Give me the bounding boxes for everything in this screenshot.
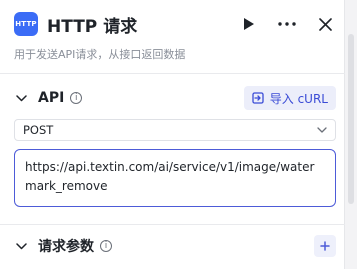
app-icon-text: HTTP — [15, 20, 37, 28]
import-icon — [252, 92, 264, 104]
chevron-down-icon[interactable] — [14, 239, 28, 253]
info-icon[interactable]: i — [70, 92, 83, 104]
divider — [0, 73, 345, 74]
http-node-panel: HTTP HTTP 请求 用于发送API请求，从接口返回数据 API i 导入 … — [0, 0, 345, 269]
api-section-title: API — [38, 90, 65, 106]
params-section-header[interactable]: 请求参数 i — [14, 233, 336, 259]
http-app-icon: HTTP — [14, 12, 38, 36]
more-dots-icon — [278, 22, 296, 26]
close-icon — [318, 17, 332, 31]
add-param-button[interactable] — [314, 235, 336, 257]
node-description: 用于发送API请求，从接口返回数据 — [14, 48, 186, 61]
more-button[interactable] — [276, 13, 298, 35]
chevron-down-icon[interactable] — [14, 91, 28, 105]
method-select[interactable]: POST — [14, 119, 336, 141]
play-icon — [244, 18, 254, 30]
import-curl-label: 导入 cURL — [269, 91, 328, 106]
scrollbar-thumb[interactable] — [348, 34, 354, 204]
plus-icon — [320, 241, 330, 251]
divider — [0, 224, 345, 225]
chevron-down-icon — [317, 127, 327, 133]
header-actions — [238, 13, 336, 35]
panel-header: HTTP HTTP 请求 — [14, 10, 336, 38]
url-input[interactable]: https://api.textin.com/ai/service/v1/ima… — [14, 149, 336, 207]
run-button[interactable] — [238, 13, 260, 35]
info-icon[interactable]: i — [100, 240, 112, 252]
close-button[interactable] — [314, 13, 336, 35]
import-curl-button[interactable]: 导入 cURL — [243, 86, 336, 110]
method-value: POST — [23, 123, 54, 137]
api-section-header[interactable]: API i 导入 cURL — [14, 85, 336, 111]
page-title: HTTP 请求 — [47, 16, 138, 37]
params-section-title: 请求参数 — [38, 239, 94, 255]
